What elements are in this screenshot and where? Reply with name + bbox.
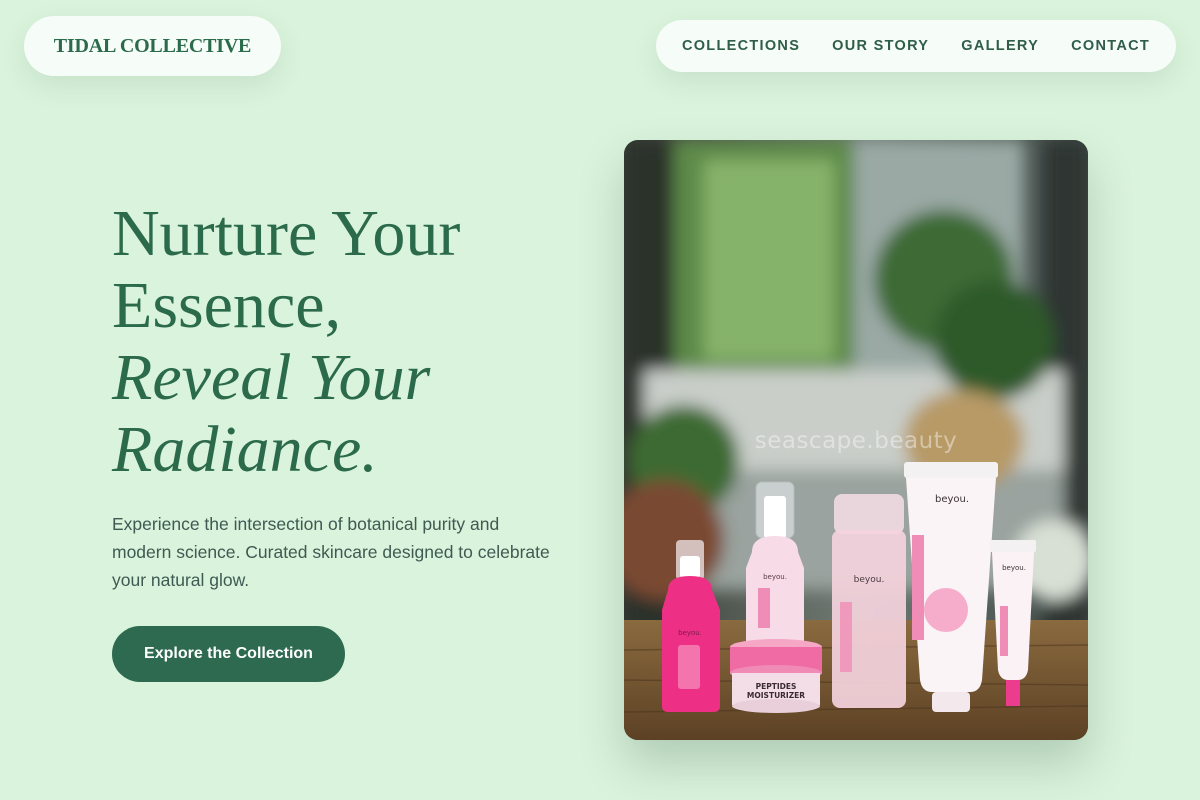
headline-line-2: Essence, bbox=[112, 269, 342, 342]
svg-text:MOISTURIZER: MOISTURIZER bbox=[747, 691, 805, 700]
product-witch-hazel: beyou. bbox=[832, 494, 906, 708]
headline-line-3: Reveal Your bbox=[112, 341, 431, 414]
svg-text:PEPTIDES: PEPTIDES bbox=[756, 682, 797, 691]
svg-text:beyou.: beyou. bbox=[1002, 564, 1026, 572]
main-nav: COLLECTIONS OUR STORY GALLERY CONTACT bbox=[656, 20, 1176, 72]
hero-product-image: beyou. beyou. PEPTIDES MOISTURIZER beyou… bbox=[624, 140, 1088, 740]
svg-text:beyou.: beyou. bbox=[854, 575, 885, 585]
logo-pill[interactable]: TIDAL COLLECTIVE bbox=[24, 16, 281, 76]
nav-link-contact[interactable]: CONTACT bbox=[1071, 38, 1150, 54]
hero-headline: Nurture Your Essence, Reveal Your Radian… bbox=[112, 198, 582, 486]
headline-line-1: Nurture Your bbox=[112, 197, 461, 270]
nav-link-our-story[interactable]: OUR STORY bbox=[832, 38, 929, 54]
explore-collection-button[interactable]: Explore the Collection bbox=[112, 626, 345, 682]
image-watermark: seascape.beauty bbox=[754, 428, 958, 454]
svg-text:beyou.: beyou. bbox=[763, 573, 787, 581]
svg-text:beyou.: beyou. bbox=[935, 494, 969, 505]
product-peptides-jar: PEPTIDES MOISTURIZER bbox=[730, 639, 822, 713]
hero-description: Experience the intersection of botanical… bbox=[112, 514, 550, 590]
landing-page: TIDAL COLLECTIVE COLLECTIONS OUR STORY G… bbox=[0, 0, 1200, 800]
headline-line-4: Radiance. bbox=[112, 413, 378, 486]
brand-logo[interactable]: TIDAL COLLECTIVE bbox=[54, 35, 252, 58]
nav-link-gallery[interactable]: GALLERY bbox=[961, 38, 1039, 54]
nav-link-collections[interactable]: COLLECTIONS bbox=[682, 38, 800, 54]
svg-text:beyou.: beyou. bbox=[678, 629, 702, 637]
